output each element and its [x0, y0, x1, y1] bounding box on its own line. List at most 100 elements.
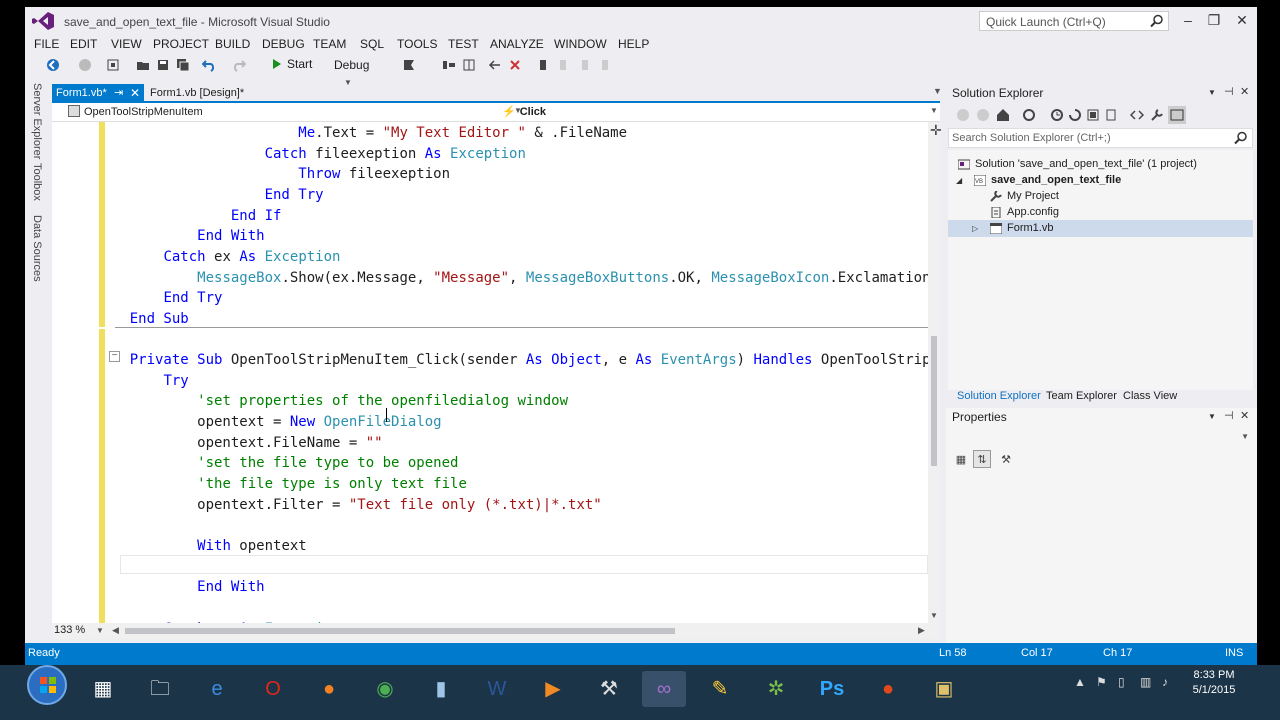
tab-form1-vb[interactable]: Form1.vb* ⇥ ✕ [52, 84, 144, 103]
tab-class-view[interactable]: Class View [1123, 390, 1177, 402]
tree-node-app-config[interactable]: App.config [948, 204, 1253, 221]
solution-search-input[interactable]: Search Solution Explorer (Ctrl+;) [948, 128, 1253, 148]
data-sources-tab[interactable]: Data Sources [31, 215, 43, 282]
menu-file[interactable]: FILE [34, 37, 59, 51]
view-designer-icon[interactable] [1168, 106, 1186, 124]
navigate-back-icon[interactable] [45, 58, 61, 74]
taskbar-notepad-icon[interactable]: ▮ [419, 671, 463, 707]
tab-team-explorer[interactable]: Team Explorer [1046, 390, 1117, 402]
taskbar-media-icon[interactable]: ▶ [531, 671, 575, 707]
next-bookmark-icon[interactable] [577, 58, 593, 74]
start-debugging-button[interactable]: Start [273, 57, 312, 75]
close-tab-icon[interactable]: ✕ [130, 84, 140, 103]
code-editor[interactable]: − Me.Text = "My Text Editor " & .FileNam… [52, 122, 928, 623]
refresh-icon[interactable] [1068, 108, 1082, 122]
home-icon[interactable] [996, 108, 1010, 122]
tab-overflow-chevron-icon[interactable]: ▼ [933, 86, 942, 96]
menu-tools[interactable]: TOOLS [397, 37, 437, 51]
menu-help[interactable]: HELP [618, 37, 649, 51]
show-all-files-icon[interactable] [1104, 108, 1118, 122]
quick-launch-input[interactable]: Quick Launch (Ctrl+Q) [979, 11, 1169, 31]
solution-configuration-select[interactable]: Debug ▼ [331, 57, 387, 87]
taskbar-tools-icon[interactable]: ⚒ [587, 671, 631, 707]
scroll-left-icon[interactable]: ◀ [112, 625, 119, 636]
properties-object-select[interactable]: ▼ [948, 428, 1253, 446]
restore-button[interactable]: ❐ [1203, 11, 1225, 29]
menu-build[interactable]: BUILD [215, 37, 250, 51]
taskbar-clock[interactable]: 8:33 PM 5/1/2015 [1184, 668, 1244, 698]
member-dropdown-left[interactable]: OpenToolStripMenuItem [68, 105, 203, 118]
taskbar-explorer-icon[interactable]: 🗀 [138, 671, 182, 707]
start-button[interactable] [27, 665, 67, 705]
new-project-icon[interactable] [105, 58, 121, 74]
view-code-icon[interactable] [1130, 108, 1144, 122]
history-icon[interactable] [1022, 108, 1036, 122]
chevron-down-icon[interactable]: ▼ [96, 626, 104, 635]
menu-test[interactable]: TEST [448, 37, 479, 51]
back-icon[interactable] [956, 108, 970, 122]
taskbar-photoshop-icon[interactable]: Ps [810, 671, 854, 707]
chevron-down-icon[interactable]: ▼ [930, 106, 938, 115]
zoom-level[interactable]: 133 % [54, 624, 85, 636]
taskbar-app-icon[interactable]: ▣ [922, 671, 966, 707]
minimize-button[interactable]: – [1177, 11, 1199, 29]
taskbar-chrome-icon[interactable]: ◉ [363, 671, 407, 707]
tree-node-form1-vb[interactable]: ▷ Form1.vb [948, 220, 1253, 237]
menu-window[interactable]: WINDOW [554, 37, 607, 51]
scroll-down-icon[interactable]: ▼ [930, 611, 938, 620]
tab-solution-explorer[interactable]: Solution Explorer [957, 390, 1041, 402]
vertical-scrollbar[interactable]: ✛ ▼ [928, 122, 942, 623]
chevron-down-icon[interactable]: ▼ [1208, 412, 1216, 421]
taskbar-ie-icon[interactable]: e [195, 671, 239, 707]
forward-icon[interactable] [976, 108, 990, 122]
taskbar-network-icon[interactable]: ✲ [754, 671, 798, 707]
collapsed-arrow-icon[interactable]: ▷ [972, 220, 978, 237]
bookmark-icon[interactable] [535, 58, 551, 74]
close-button[interactable]: ✕ [1231, 11, 1253, 29]
categorized-icon[interactable]: ▦ [952, 450, 970, 468]
open-file-icon[interactable] [135, 58, 151, 74]
alphabetical-sort-icon[interactable]: ⇅ [973, 450, 991, 468]
toggle-breakpoint-icon[interactable] [507, 58, 523, 74]
expanded-arrow-icon[interactable]: ◢ [956, 172, 962, 189]
step-back-icon[interactable] [487, 58, 503, 74]
split-editor-icon[interactable]: ✛ [930, 123, 942, 137]
pending-changes-icon[interactable] [1050, 108, 1064, 122]
tree-node-my-project[interactable]: My Project [948, 188, 1253, 205]
tray-flag-icon[interactable]: ⚑ [1096, 675, 1107, 689]
taskbar-paint-icon[interactable]: ✎ [698, 671, 742, 707]
save-icon[interactable] [155, 58, 171, 74]
redo-icon[interactable] [231, 58, 247, 74]
tree-node-solution[interactable]: Solution 'save_and_open_text_file' (1 pr… [948, 156, 1253, 173]
undo-icon[interactable] [201, 58, 217, 74]
menu-debug[interactable]: DEBUG [262, 37, 305, 51]
close-icon[interactable]: ✕ [1240, 409, 1249, 422]
horizontal-scroll-thumb[interactable] [125, 628, 675, 634]
taskbar-firefox2-icon[interactable]: ● [866, 671, 910, 707]
vertical-scroll-thumb[interactable] [931, 336, 937, 466]
pin-icon[interactable]: ⇥ [114, 84, 123, 103]
tree-node-project[interactable]: ◢ VB save_and_open_text_file [948, 172, 1253, 189]
pin-icon[interactable]: ⊣ [1224, 409, 1234, 422]
property-pages-icon[interactable]: ⚒ [997, 450, 1015, 468]
menu-analyze[interactable]: ANALYZE [490, 37, 544, 51]
tray-battery-icon[interactable]: ▯ [1118, 675, 1125, 689]
tray-expand-icon[interactable]: ▲ [1074, 675, 1086, 689]
taskbar-opera-icon[interactable]: O [251, 671, 295, 707]
navigate-forward-icon[interactable] [77, 58, 93, 74]
scroll-right-icon[interactable]: ▶ [918, 625, 925, 636]
align-center-icon[interactable] [461, 58, 477, 74]
tab-form1-design[interactable]: Form1.vb [Design]* [146, 84, 244, 103]
menu-team[interactable]: TEAM [313, 37, 346, 51]
previous-bookmark-icon[interactable] [555, 58, 571, 74]
tray-volume-icon[interactable]: ♪ [1162, 675, 1168, 689]
menu-edit[interactable]: EDIT [70, 37, 97, 51]
toolbox-tab[interactable]: Toolbox [31, 163, 43, 201]
taskbar-calculator-icon[interactable]: ▦ [81, 671, 125, 707]
chevron-down-icon[interactable]: ▼ [1208, 88, 1216, 97]
taskbar-visual-studio-icon[interactable]: ∞ [642, 671, 686, 707]
tray-network-icon[interactable]: ▥ [1140, 675, 1151, 689]
server-explorer-tab[interactable]: Server Explorer [31, 83, 43, 159]
clear-bookmarks-icon[interactable] [597, 58, 613, 74]
properties-wrench-icon[interactable] [1150, 108, 1164, 122]
